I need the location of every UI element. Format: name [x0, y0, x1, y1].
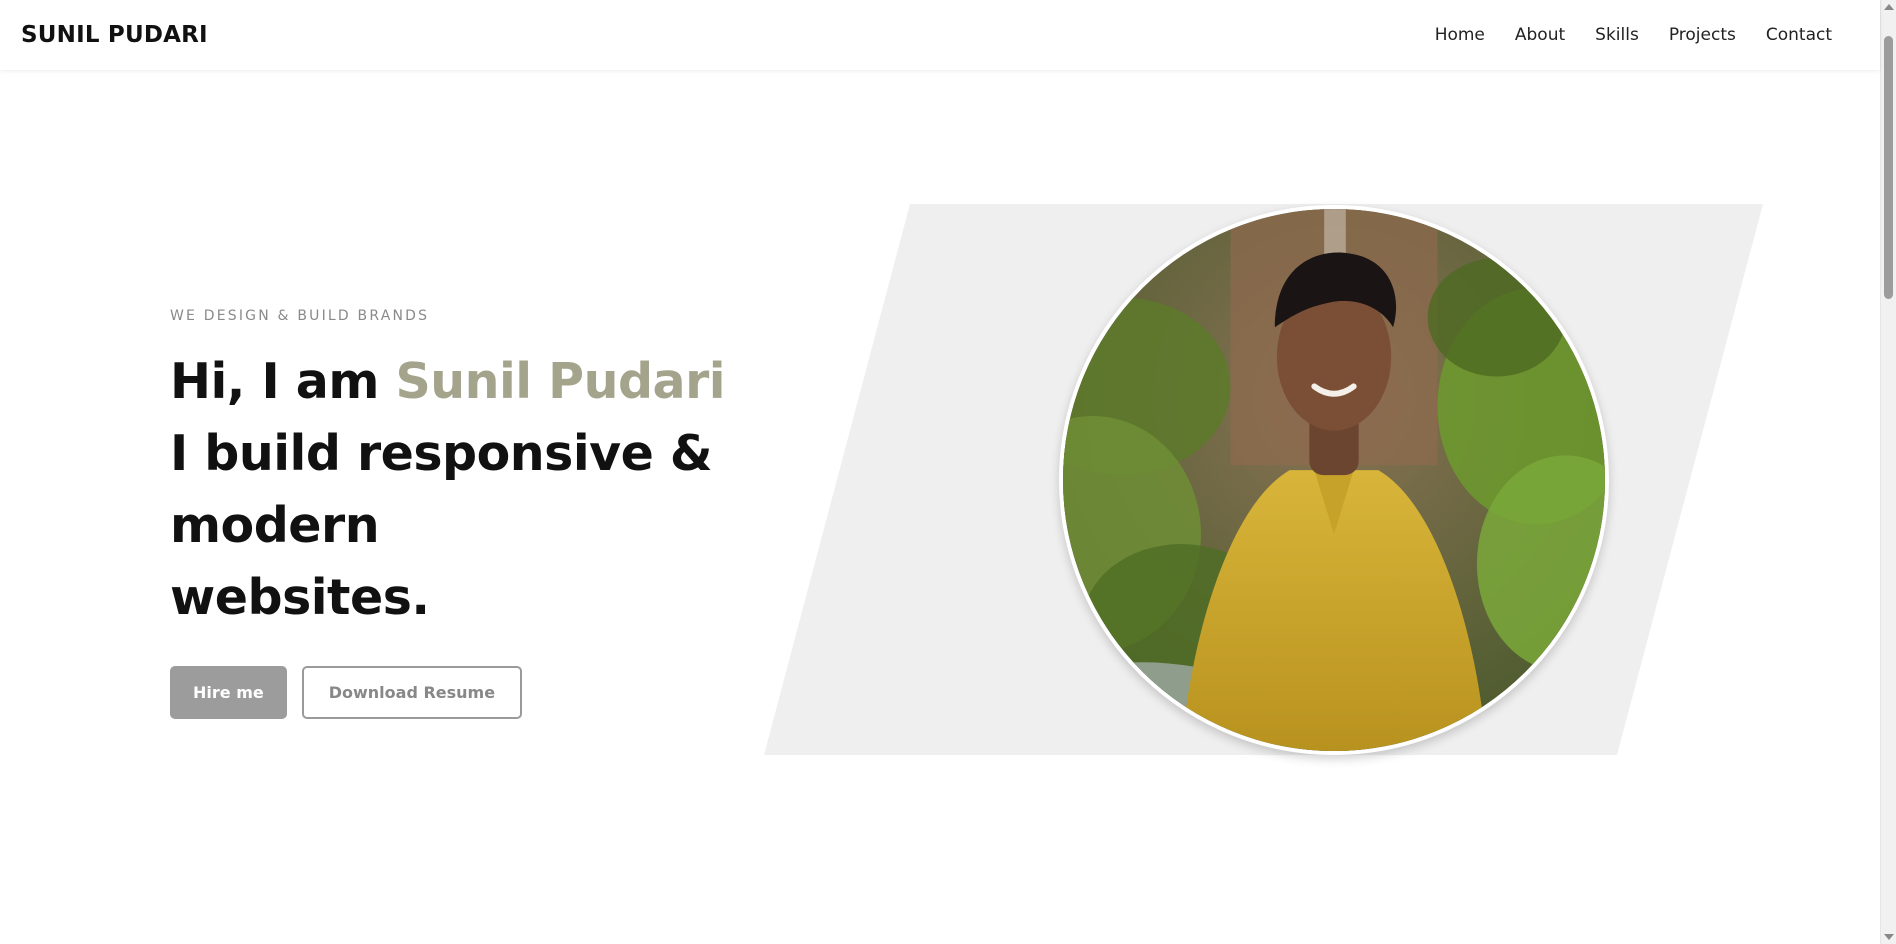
- profile-photo-icon: [1063, 209, 1605, 751]
- download-resume-button[interactable]: Download Resume: [301, 666, 523, 719]
- page: SUNIL PUDARI Home About Skills Projects …: [0, 0, 1896, 944]
- nav-link-contact[interactable]: Contact: [1766, 25, 1832, 45]
- scroll-up-icon[interactable]: [1884, 4, 1894, 10]
- hero-text: WE DESIGN & BUILD BRANDS Hi, I am Sunil …: [170, 308, 930, 719]
- page-scrollbar[interactable]: [1880, 0, 1896, 944]
- nav-link-projects[interactable]: Projects: [1669, 25, 1736, 45]
- headline-line3: websites.: [170, 569, 430, 626]
- headline-greeting: Hi, I am: [170, 353, 396, 410]
- hero-buttons: Hire me Download Resume: [170, 666, 930, 719]
- profile-photo: [1059, 205, 1609, 755]
- nav-link-about[interactable]: About: [1515, 25, 1565, 45]
- hero-eyebrow: WE DESIGN & BUILD BRANDS: [170, 308, 430, 324]
- headline-name: Sunil Pudari: [395, 353, 726, 410]
- nav-links: Home About Skills Projects Contact: [1435, 25, 1832, 45]
- scroll-down-icon[interactable]: [1884, 934, 1894, 940]
- headline-line2: I build responsive & modern: [170, 425, 713, 554]
- brand-logo[interactable]: SUNIL PUDARI: [21, 22, 208, 48]
- nav-link-home[interactable]: Home: [1435, 25, 1485, 45]
- scroll-thumb[interactable]: [1884, 36, 1893, 299]
- nav-link-skills[interactable]: Skills: [1595, 25, 1639, 45]
- hire-me-button[interactable]: Hire me: [170, 666, 287, 719]
- navbar: SUNIL PUDARI Home About Skills Projects …: [0, 0, 1880, 70]
- hero-headline: Hi, I am Sunil Pudari I build responsive…: [170, 346, 930, 634]
